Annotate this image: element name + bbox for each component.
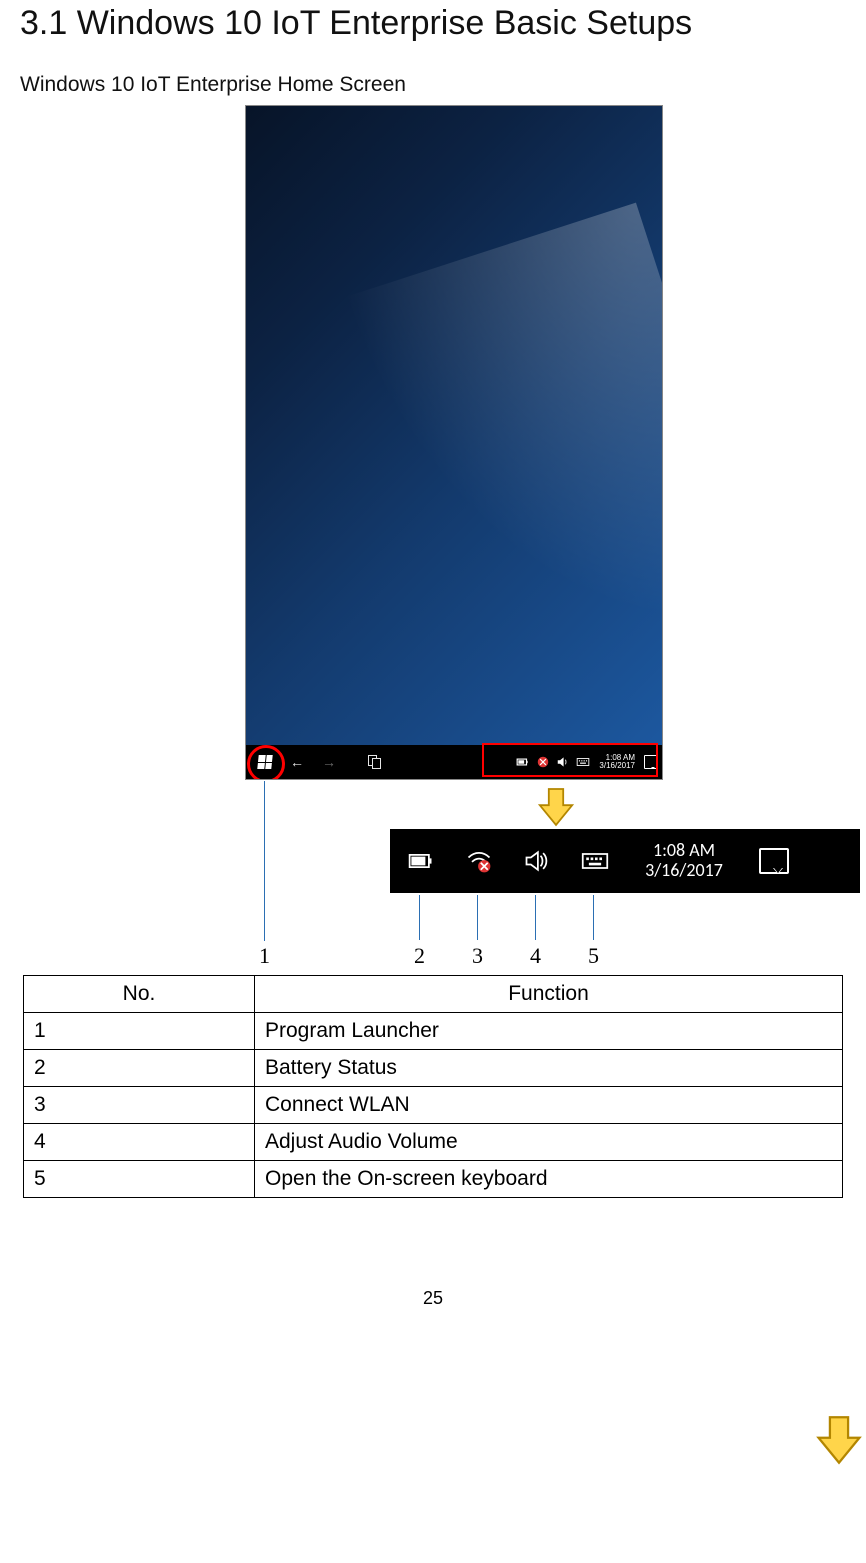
leader-line-1 xyxy=(264,781,265,941)
function-table: No. Function 1 Program Launcher 2 Batter… xyxy=(23,975,843,1198)
back-icon[interactable]: ← xyxy=(290,754,304,770)
volume-icon-large[interactable] xyxy=(508,847,566,875)
leader-line-5 xyxy=(593,895,594,940)
forward-icon[interactable]: → xyxy=(322,754,336,770)
wifi-off-icon-large[interactable] xyxy=(450,847,508,875)
taskbar-clock[interactable]: 1:08 AM 3/16/2017 xyxy=(596,754,638,770)
callout-number: 4 xyxy=(530,943,541,969)
volume-icon[interactable] xyxy=(556,755,570,769)
keyboard-icon[interactable] xyxy=(576,755,590,769)
table-row: 4 Adjust Audio Volume xyxy=(24,1124,843,1161)
wifi-off-icon[interactable] xyxy=(536,755,550,769)
action-center-icon-large[interactable] xyxy=(744,848,804,874)
leader-line-4 xyxy=(535,895,536,940)
figure-area: ← → xyxy=(20,105,846,975)
clock-large[interactable]: 1:08 AM 3/16/2017 xyxy=(624,841,744,881)
page-number: 25 xyxy=(20,1288,846,1309)
table-row: 1 Program Launcher xyxy=(24,1013,843,1050)
battery-icon-large[interactable] xyxy=(392,847,450,875)
table-row: 2 Battery Status xyxy=(24,1050,843,1087)
table-row: 3 Connect WLAN xyxy=(24,1087,843,1124)
task-view-icon[interactable] xyxy=(368,755,382,769)
callout-number: 5 xyxy=(588,943,599,969)
action-center-icon[interactable] xyxy=(644,755,658,769)
table-header-row: No. Function xyxy=(24,976,843,1013)
callout-number: 1 xyxy=(259,943,270,969)
callout-number: 2 xyxy=(414,943,425,969)
battery-icon[interactable] xyxy=(516,755,530,769)
taskbar-nav: ← → xyxy=(290,754,382,770)
callout-number: 3 xyxy=(472,943,483,969)
down-arrow-icon xyxy=(816,1415,862,1465)
leader-line-2 xyxy=(419,895,420,940)
down-arrow-icon xyxy=(538,787,574,827)
table-row: 5 Open the On-screen keyboard xyxy=(24,1161,843,1198)
leader-line-3 xyxy=(477,895,478,940)
section-heading: 3.1 Windows 10 IoT Enterprise Basic Setu… xyxy=(20,4,846,43)
system-tray-small: 1:08 AM 3/16/2017 xyxy=(516,754,662,770)
taskbar: ← → xyxy=(246,745,662,779)
table-header-fn: Function xyxy=(255,976,843,1013)
table-header-no: No. xyxy=(24,976,255,1013)
system-tray-enlarged: 1:08 AM 3/16/2017 xyxy=(390,829,860,893)
device-screenshot: ← → xyxy=(245,105,663,780)
figure-caption: Windows 10 IoT Enterprise Home Screen xyxy=(20,73,846,97)
callout-circle-start xyxy=(247,745,285,780)
keyboard-icon-large[interactable] xyxy=(566,847,624,875)
